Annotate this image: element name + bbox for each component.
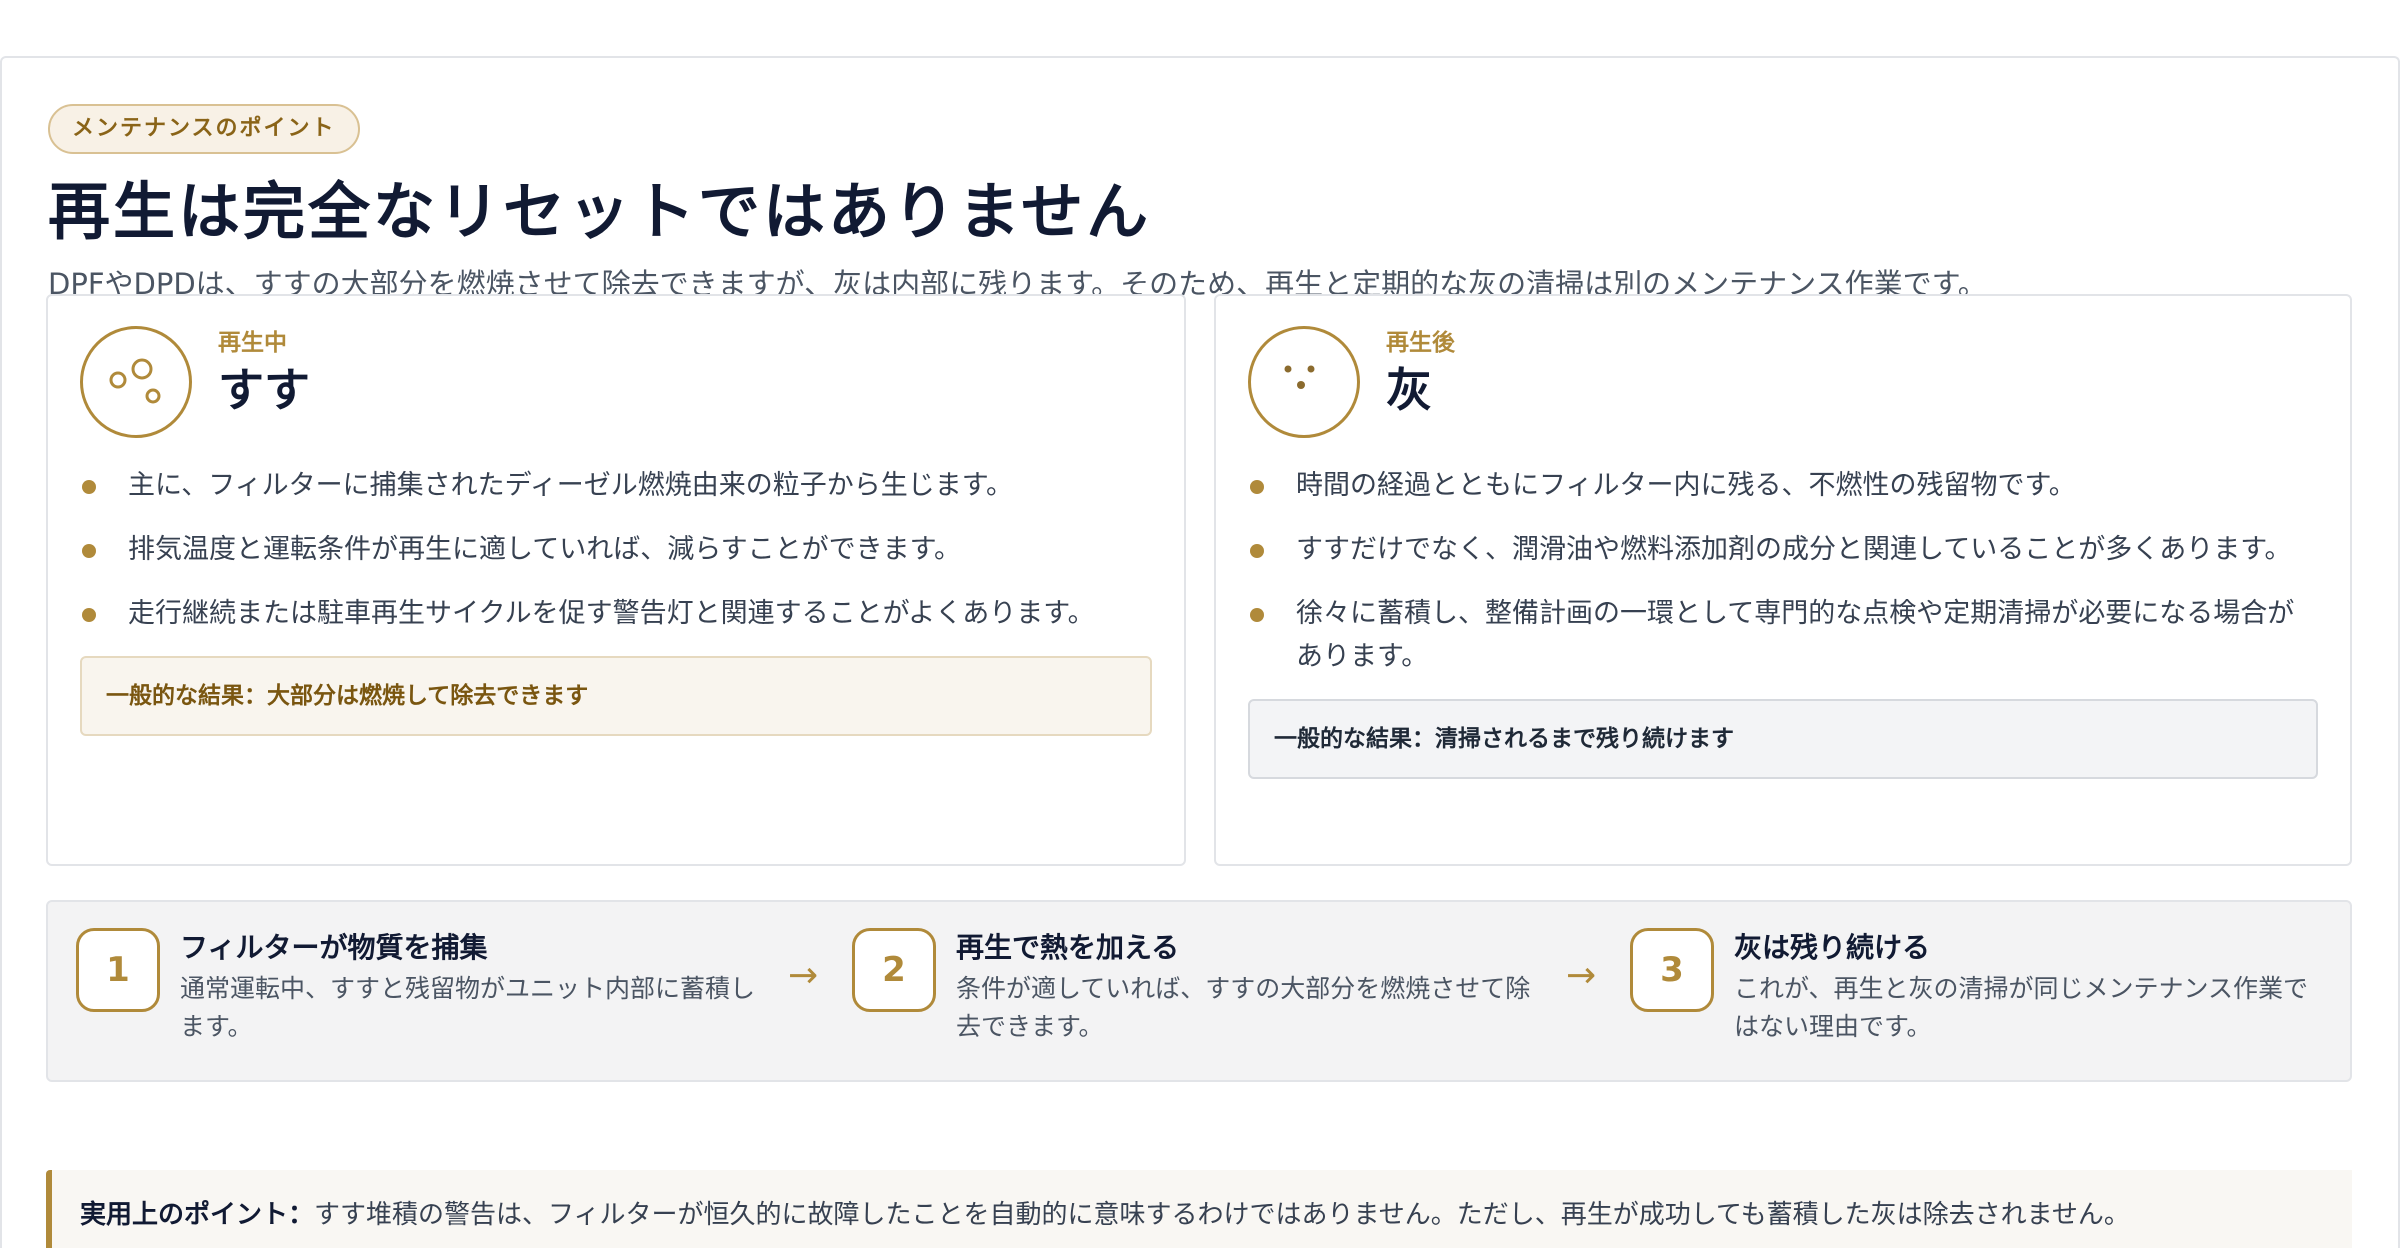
step-title: 再生で熱を加える <box>956 931 1180 964</box>
soot-bullet-list: 主に、フィルターに捕集されたディーゼル燃焼由来の粒子から生じます。 排気温度と運… <box>80 464 1152 635</box>
ash-kicker: 再生後 <box>1386 330 1455 356</box>
soot-result-box: 一般的な結果：大部分は燃焼して除去できます <box>80 656 1152 736</box>
ash-card-header: 再生後 灰 <box>1248 326 2318 438</box>
step-description: 通常運転中、すすと残留物がユニット内部に蓄積します。 <box>180 974 756 1041</box>
page-title: 再生は完全なリセットではありません <box>48 175 1152 248</box>
step-number: 3 <box>1630 928 1714 1012</box>
ash-card: 再生後 灰 時間の経過とともにフィルター内に残る、不燃性の残留物です。 すすだけ… <box>1214 294 2352 866</box>
soot-kicker: 再生中 <box>218 330 287 356</box>
list-item: 主に、フィルターに捕集されたディーゼル燃焼由来の粒子から生じます。 <box>80 464 1152 507</box>
list-item: 徐々に蓄積し、整備計画の一環として専門的な点検や定期清掃が必要になる場合がありま… <box>1248 592 2318 678</box>
note-label: 実用上のポイント： <box>80 1200 315 1230</box>
practical-note: 実用上のポイント：すす堆積の警告は、フィルターが恒久的に故障したことを自動的に意… <box>46 1170 2352 1248</box>
step-number: 2 <box>852 928 936 1012</box>
ash-result-box: 一般的な結果：清掃されるまで残り続けます <box>1248 699 2318 779</box>
list-item: 走行継続または駐車再生サイクルを促す警告灯と関連することがよくあります。 <box>80 592 1152 635</box>
list-item: 時間の経過とともにフィルター内に残る、不燃性の残留物です。 <box>1248 464 2318 507</box>
soot-card-header: 再生中 すす <box>80 326 1152 438</box>
arrow-right-icon: → <box>1566 955 1597 996</box>
ash-bullet-list: 時間の経過とともにフィルター内に残る、不燃性の残留物です。 すすだけでなく、潤滑… <box>1248 464 2318 678</box>
list-item: すすだけでなく、潤滑油や燃料添加剤の成分と関連していることが多くあります。 <box>1248 528 2318 571</box>
step-description: これが、再生と灰の清掃が同じメンテナンス作業ではない理由です。 <box>1734 974 2309 1041</box>
section-badge: メンテナンスのポイント <box>48 104 360 154</box>
step-title: フィルターが物質を捕集 <box>180 931 488 964</box>
process-steps: 1 フィルターが物質を捕集 通常運転中、すすと残留物がユニット内部に蓄積します。… <box>46 900 2352 1082</box>
ash-residue-icon <box>1248 326 1360 438</box>
step-number: 1 <box>76 928 160 1012</box>
soot-title: すす <box>218 363 310 417</box>
arrow-right-icon: → <box>788 955 819 996</box>
ash-title: 灰 <box>1386 363 1432 417</box>
list-item: 排気温度と運転条件が再生に適していれば、減らすことができます。 <box>80 528 1152 571</box>
soot-card: 再生中 すす 主に、フィルターに捕集されたディーゼル燃焼由来の粒子から生じます。… <box>46 294 1186 866</box>
note-text: すす堆積の警告は、フィルターが恒久的に故障したことを自動的に意味するわけではあり… <box>314 1200 2130 1230</box>
step-title: 灰は残り続ける <box>1734 931 1931 964</box>
comparison-cards: 再生中 すす 主に、フィルターに捕集されたディーゼル燃焼由来の粒子から生じます。… <box>46 294 2352 866</box>
soot-particles-icon <box>80 326 192 438</box>
step-description: 条件が適していれば、すすの大部分を燃焼させて除去できます。 <box>956 974 1531 1041</box>
